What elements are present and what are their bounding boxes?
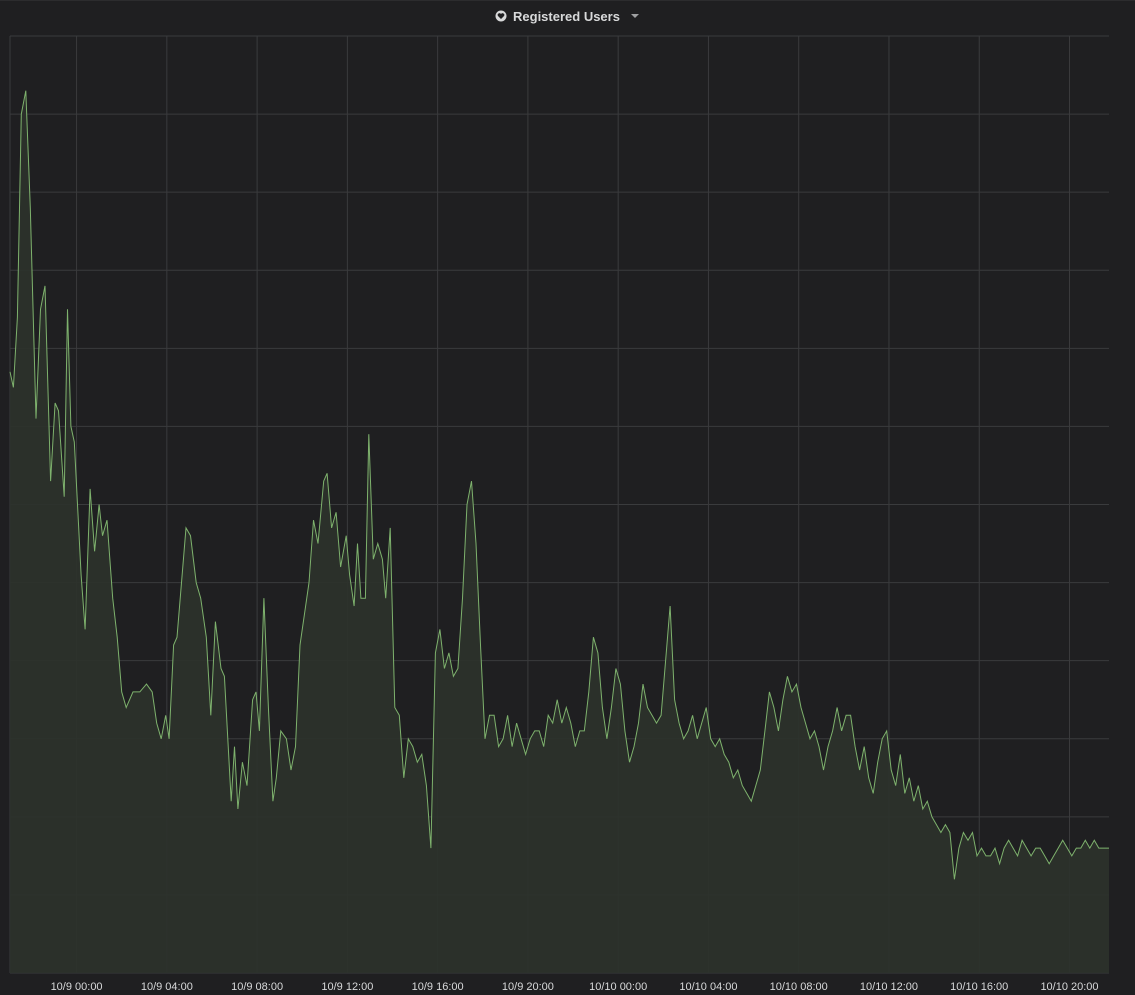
x-tick-label: 10/9 08:00: [231, 981, 283, 993]
x-tick-label: 10/10 08:00: [770, 981, 828, 993]
x-axis-tick-labels: 10/9 00:00 10/9 04:00 10/9 08:00 10/9 12:00…: [51, 981, 1099, 993]
x-tick-label: 10/10 00:00: [589, 981, 647, 993]
x-tick-label: 10/10 12:00: [860, 981, 918, 993]
x-tick-label: 10/9 20:00: [502, 981, 554, 993]
x-tick-label: 10/10 16:00: [950, 981, 1008, 993]
line-chart: 10/9 00:00 10/9 04:00 10/9 08:00 10/9 12:00…: [9, 35, 1109, 993]
graph-panel: Registered Users 10/9 00:00 10/9 04:00 10/…: [0, 0, 1135, 994]
x-tick-label: 10/9 00:00: [51, 981, 103, 993]
x-tick-label: 10/9 12:00: [321, 981, 373, 993]
series-area-fill: [10, 90, 1109, 973]
x-tick-label: 10/9 16:00: [412, 981, 464, 993]
x-tick-label: 10/10 20:00: [1040, 981, 1098, 993]
x-tick-label: 10/10 04:00: [679, 981, 737, 993]
x-tick-label: 10/9 04:00: [141, 981, 193, 993]
